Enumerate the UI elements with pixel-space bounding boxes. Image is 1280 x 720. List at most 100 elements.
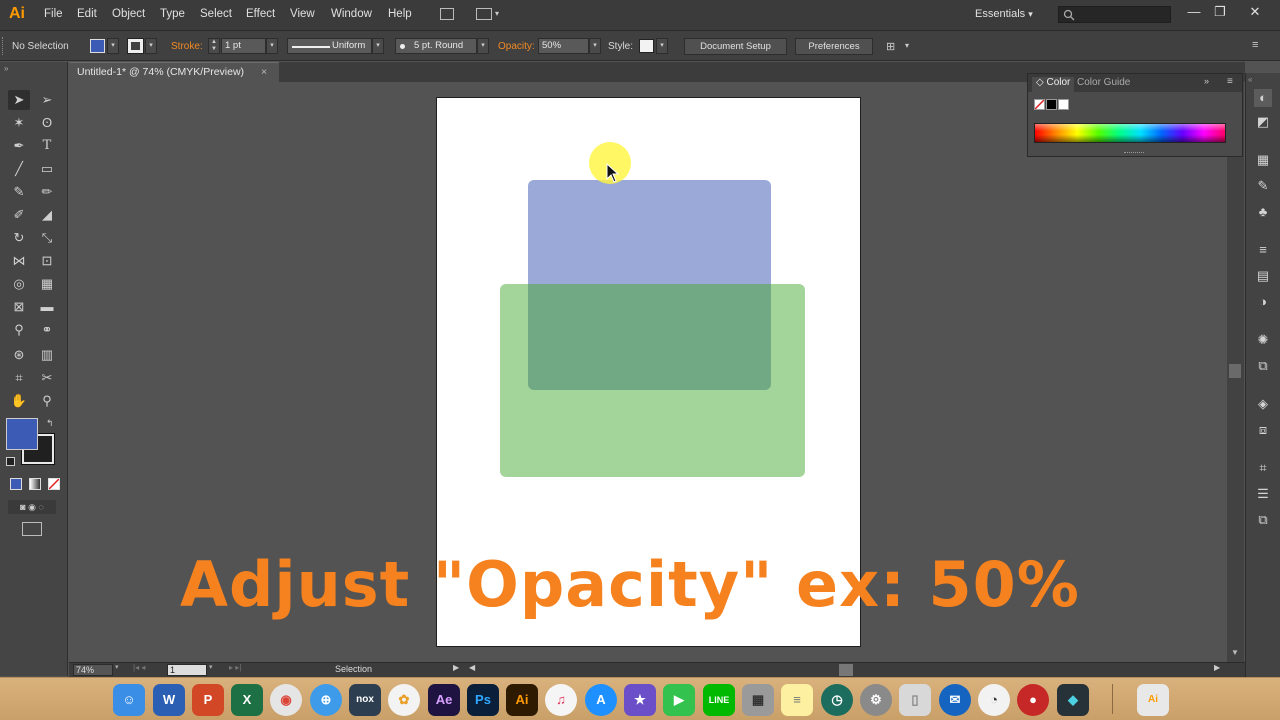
arrange-documents-icon[interactable]: [476, 8, 492, 20]
fill-color-box[interactable]: [6, 418, 38, 450]
gradient-tool-icon[interactable]: ▬: [36, 297, 58, 317]
photoshop-icon[interactable]: Ps: [467, 684, 499, 716]
calculator-icon[interactable]: ▦: [742, 684, 774, 716]
screen-mode-icon[interactable]: [22, 522, 42, 536]
black-swatch[interactable]: [1046, 99, 1057, 110]
free-transform-tool-icon[interactable]: ⊡: [36, 251, 58, 271]
variable-width-profile[interactable]: Uniform: [287, 38, 372, 54]
arrange-chevron-icon[interactable]: ▾: [905, 41, 909, 50]
menu-edit[interactable]: Edit: [77, 8, 97, 20]
style-dropdown[interactable]: ▾: [656, 38, 668, 54]
vertical-scrollbar[interactable]: ▼: [1227, 82, 1244, 662]
restore-button[interactable]: ❐: [1208, 3, 1232, 21]
last-artboard-icon[interactable]: ▸ ▸|: [229, 663, 241, 672]
graphic-styles-icon[interactable]: ⧉: [1254, 357, 1272, 375]
color-guide-icon[interactable]: ◩: [1254, 113, 1272, 131]
workspace-switcher[interactable]: Essentials ▾: [975, 8, 1033, 20]
resize-grip-icon[interactable]: [1124, 152, 1144, 155]
tab-color-guide[interactable]: Color Guide: [1077, 77, 1130, 88]
illustrator-window-icon[interactable]: Ai: [1137, 684, 1169, 716]
illustrator-icon[interactable]: Ai: [506, 684, 538, 716]
menu-file[interactable]: File: [44, 8, 63, 20]
width-tool-icon[interactable]: ⋈: [8, 251, 30, 271]
time-machine-icon[interactable]: ◷: [821, 684, 853, 716]
photos-icon[interactable]: ✿: [388, 684, 420, 716]
pencil-tool-icon[interactable]: ✏: [36, 182, 58, 202]
clock-icon[interactable]: ◔: [978, 684, 1010, 716]
nox-icon[interactable]: nox: [349, 684, 381, 716]
appearance-icon[interactable]: ✺: [1254, 331, 1272, 349]
excel-icon[interactable]: X: [231, 684, 263, 716]
bridge-icon[interactable]: [440, 8, 454, 20]
expand-panels-icon[interactable]: «: [1248, 75, 1252, 84]
word-icon[interactable]: W: [153, 684, 185, 716]
chrome-icon[interactable]: ◉: [270, 684, 302, 716]
filmora-icon[interactable]: ◆: [1057, 684, 1089, 716]
blend-tool-icon[interactable]: ⚭: [36, 320, 58, 340]
zoom-dropdown-icon[interactable]: ▾: [115, 663, 119, 671]
swap-colors-icon[interactable]: ↰: [46, 418, 54, 429]
stroke-stepper[interactable]: ▲ ▼: [208, 38, 220, 54]
close-document-icon[interactable]: ×: [261, 63, 267, 82]
artboards-icon[interactable]: ⧈: [1254, 421, 1272, 439]
rotate-tool-icon[interactable]: ↻: [8, 228, 30, 248]
type-tool-icon[interactable]: T: [36, 136, 58, 156]
menu-select[interactable]: Select: [200, 8, 232, 20]
hand-tool-icon[interactable]: ✋: [8, 391, 30, 411]
first-artboard-icon[interactable]: |◂ ◂: [133, 663, 145, 672]
notes-icon[interactable]: ≡: [781, 684, 813, 716]
slice-tool-icon[interactable]: ✂: [36, 368, 58, 388]
shaper-tool-icon[interactable]: ✐: [8, 205, 30, 225]
artboard-dropdown-icon[interactable]: ▾: [209, 663, 213, 671]
close-button[interactable]: ✕: [1243, 3, 1267, 21]
color-spectrum[interactable]: [1034, 123, 1226, 143]
stroke-weight-field[interactable]: 1 pt: [221, 38, 266, 54]
powerpoint-icon[interactable]: P: [192, 684, 224, 716]
mail-icon[interactable]: ✉: [939, 684, 971, 716]
symbol-sprayer-tool-icon[interactable]: ⊛: [8, 345, 30, 365]
menu-type[interactable]: Type: [160, 8, 185, 20]
fill-dropdown[interactable]: ▾: [107, 38, 119, 54]
stroke-icon[interactable]: ≡: [1254, 241, 1272, 259]
none-swatch[interactable]: [1034, 99, 1045, 110]
photo-booth-icon[interactable]: ●: [1017, 684, 1049, 716]
document-setup-button[interactable]: Document Setup: [684, 38, 787, 55]
stroke-weight-dropdown[interactable]: ▾: [266, 38, 278, 54]
green-rounded-rectangle[interactable]: [500, 284, 805, 477]
none-mode-icon[interactable]: [48, 478, 60, 490]
arrange-dropdown-icon[interactable]: ▾: [495, 9, 499, 18]
scale-tool-icon[interactable]: ⤡: [36, 228, 58, 248]
direct-selection-tool-icon[interactable]: ➢: [36, 90, 58, 110]
column-graph-tool-icon[interactable]: ▥: [36, 345, 58, 365]
gradient-mode-icon[interactable]: [29, 478, 41, 490]
arrange-icon[interactable]: ⊞: [886, 40, 895, 53]
collapse-panel-icon[interactable]: »: [1204, 76, 1209, 86]
profile-dropdown[interactable]: ▾: [372, 38, 384, 54]
after-effects-icon[interactable]: Ae: [428, 684, 460, 716]
preferences-button[interactable]: Preferences: [795, 38, 873, 55]
opacity-label[interactable]: Opacity:: [498, 41, 535, 52]
eraser-tool-icon[interactable]: ◢: [36, 205, 58, 225]
opacity-field[interactable]: 50%: [538, 38, 589, 54]
tab-color[interactable]: ◇ Color: [1032, 77, 1075, 92]
minimize-button[interactable]: —: [1182, 3, 1206, 21]
document-tab[interactable]: Untitled-1* @ 74% (CMYK/Preview) ×: [69, 62, 279, 82]
white-swatch[interactable]: [1058, 99, 1069, 110]
stroke-label[interactable]: Stroke:: [171, 41, 203, 52]
scroll-left-icon[interactable]: ◀: [469, 663, 475, 672]
pen-tool-icon[interactable]: ✒: [8, 136, 30, 156]
collapse-panel-icon[interactable]: »: [4, 64, 8, 73]
line-icon[interactable]: LINE: [703, 684, 735, 716]
search-input[interactable]: [1058, 6, 1171, 23]
opacity-dropdown[interactable]: ▾: [589, 38, 601, 54]
magic-wand-tool-icon[interactable]: ✶: [8, 113, 30, 133]
brush-dropdown[interactable]: ▾: [477, 38, 489, 54]
gradient-icon[interactable]: ▤: [1254, 267, 1272, 285]
finder-icon[interactable]: ☺: [113, 684, 145, 716]
zoom-field[interactable]: 74%: [73, 664, 113, 676]
app-store-icon[interactable]: A: [585, 684, 617, 716]
swatches-icon[interactable]: ▦: [1254, 151, 1272, 169]
scroll-down-icon[interactable]: ▼: [1231, 648, 1239, 657]
artboard-number-field[interactable]: 1: [167, 664, 207, 676]
facetime-icon[interactable]: ▶: [663, 684, 695, 716]
